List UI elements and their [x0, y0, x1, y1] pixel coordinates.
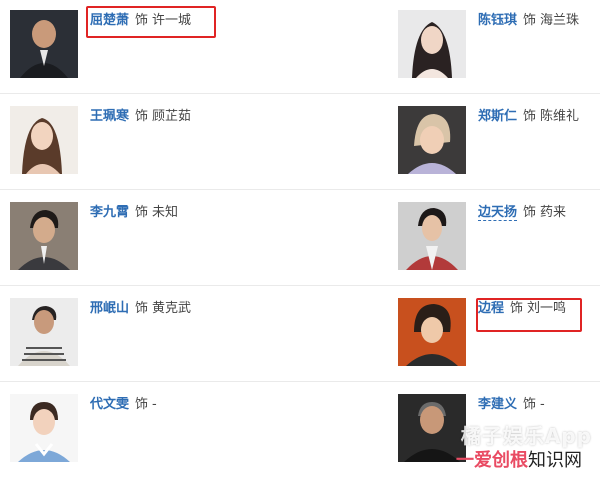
actor-photo[interactable] [10, 10, 78, 78]
as-label: 饰 [523, 109, 537, 124]
cast-row: 屈楚萧饰许一城 陈钰琪饰海兰珠 [0, 0, 600, 96]
cast-card-right: 边程饰刘一鸣 [300, 288, 600, 384]
actor-photo[interactable] [10, 106, 78, 174]
cast-card-left: 屈楚萧饰许一城 [0, 0, 300, 96]
as-label: 饰 [135, 301, 149, 316]
cast-card-left: 邢岷山饰黄克武 [0, 288, 300, 384]
row-divider [0, 285, 600, 286]
cast-row: 李九霄饰未知 边天扬饰药来 [0, 192, 600, 288]
actor-name-link[interactable]: 郑斯仁 [478, 109, 517, 124]
cast-text: 李九霄饰未知 [90, 204, 178, 222]
actor-name-link[interactable]: 陈钰琪 [478, 13, 517, 28]
role-name: 未知 [152, 205, 179, 220]
role-name: 药来 [540, 205, 567, 220]
as-label: 饰 [523, 397, 537, 412]
highlight-box [476, 298, 582, 332]
actor-photo[interactable] [398, 298, 466, 366]
role-name: 顾芷茹 [152, 109, 192, 124]
cast-text: 邢岷山饰黄克武 [90, 300, 191, 318]
cast-text: 陈钰琪饰海兰珠 [478, 12, 579, 30]
role-name: - [540, 397, 545, 412]
cast-card-left: 王珮寒饰顾芷茹 [0, 96, 300, 192]
cast-text: 边天扬饰药来 [478, 204, 566, 222]
cast-text: 王珮寒饰顾芷茹 [90, 108, 191, 126]
as-label: 饰 [135, 109, 149, 124]
cast-card-left: 李九霄饰未知 [0, 192, 300, 288]
actor-photo[interactable] [398, 106, 466, 174]
watermark-site-part1: 一爱创根 [456, 450, 528, 471]
cast-row: 王珮寒饰顾芷茹 郑斯仁饰陈维礼 [0, 96, 600, 192]
cast-card-right: 边天扬饰药来 [300, 192, 600, 288]
actor-name-link[interactable]: 代文雯 [90, 397, 129, 412]
actor-name-link[interactable]: 李九霄 [90, 205, 129, 220]
cast-card-right: 陈钰琪饰海兰珠 [300, 0, 600, 96]
role-name: 陈维礼 [540, 109, 580, 124]
cast-card-left: 代文雯饰 - [0, 384, 300, 480]
actor-name-link[interactable]: 边天扬 [478, 205, 518, 221]
actor-name-link[interactable]: 李建义 [478, 397, 517, 412]
actor-name-link[interactable]: 邢岷山 [90, 301, 129, 316]
actor-photo[interactable] [10, 394, 78, 462]
cast-text: 李建义饰 - [478, 396, 545, 414]
row-divider [0, 93, 600, 94]
as-label: 饰 [135, 205, 149, 220]
watermark-site: 一爱创根知识网 [456, 446, 582, 472]
actor-photo[interactable] [10, 298, 78, 366]
as-label: 饰 [523, 13, 537, 28]
role-name: 黄克武 [152, 301, 192, 316]
watermark-app: 橘子娱乐App [460, 424, 592, 448]
actor-photo[interactable] [398, 202, 466, 270]
role-name: - [152, 397, 157, 412]
actor-photo[interactable] [10, 202, 78, 270]
watermark-site-part2: 知识网 [528, 450, 582, 471]
actor-photo[interactable] [398, 10, 466, 78]
actor-name-link[interactable]: 王珮寒 [90, 109, 129, 124]
role-name: 海兰珠 [540, 13, 580, 28]
cast-text: 代文雯饰 - [90, 396, 157, 414]
row-divider [0, 381, 600, 382]
as-label: 饰 [135, 397, 149, 412]
highlight-box [86, 6, 216, 38]
cast-card-right: 郑斯仁饰陈维礼 [300, 96, 600, 192]
as-label: 饰 [523, 205, 537, 220]
row-divider [0, 189, 600, 190]
cast-row: 邢岷山饰黄克武 边程饰刘一鸣 [0, 288, 600, 384]
cast-text: 郑斯仁饰陈维礼 [478, 108, 579, 126]
